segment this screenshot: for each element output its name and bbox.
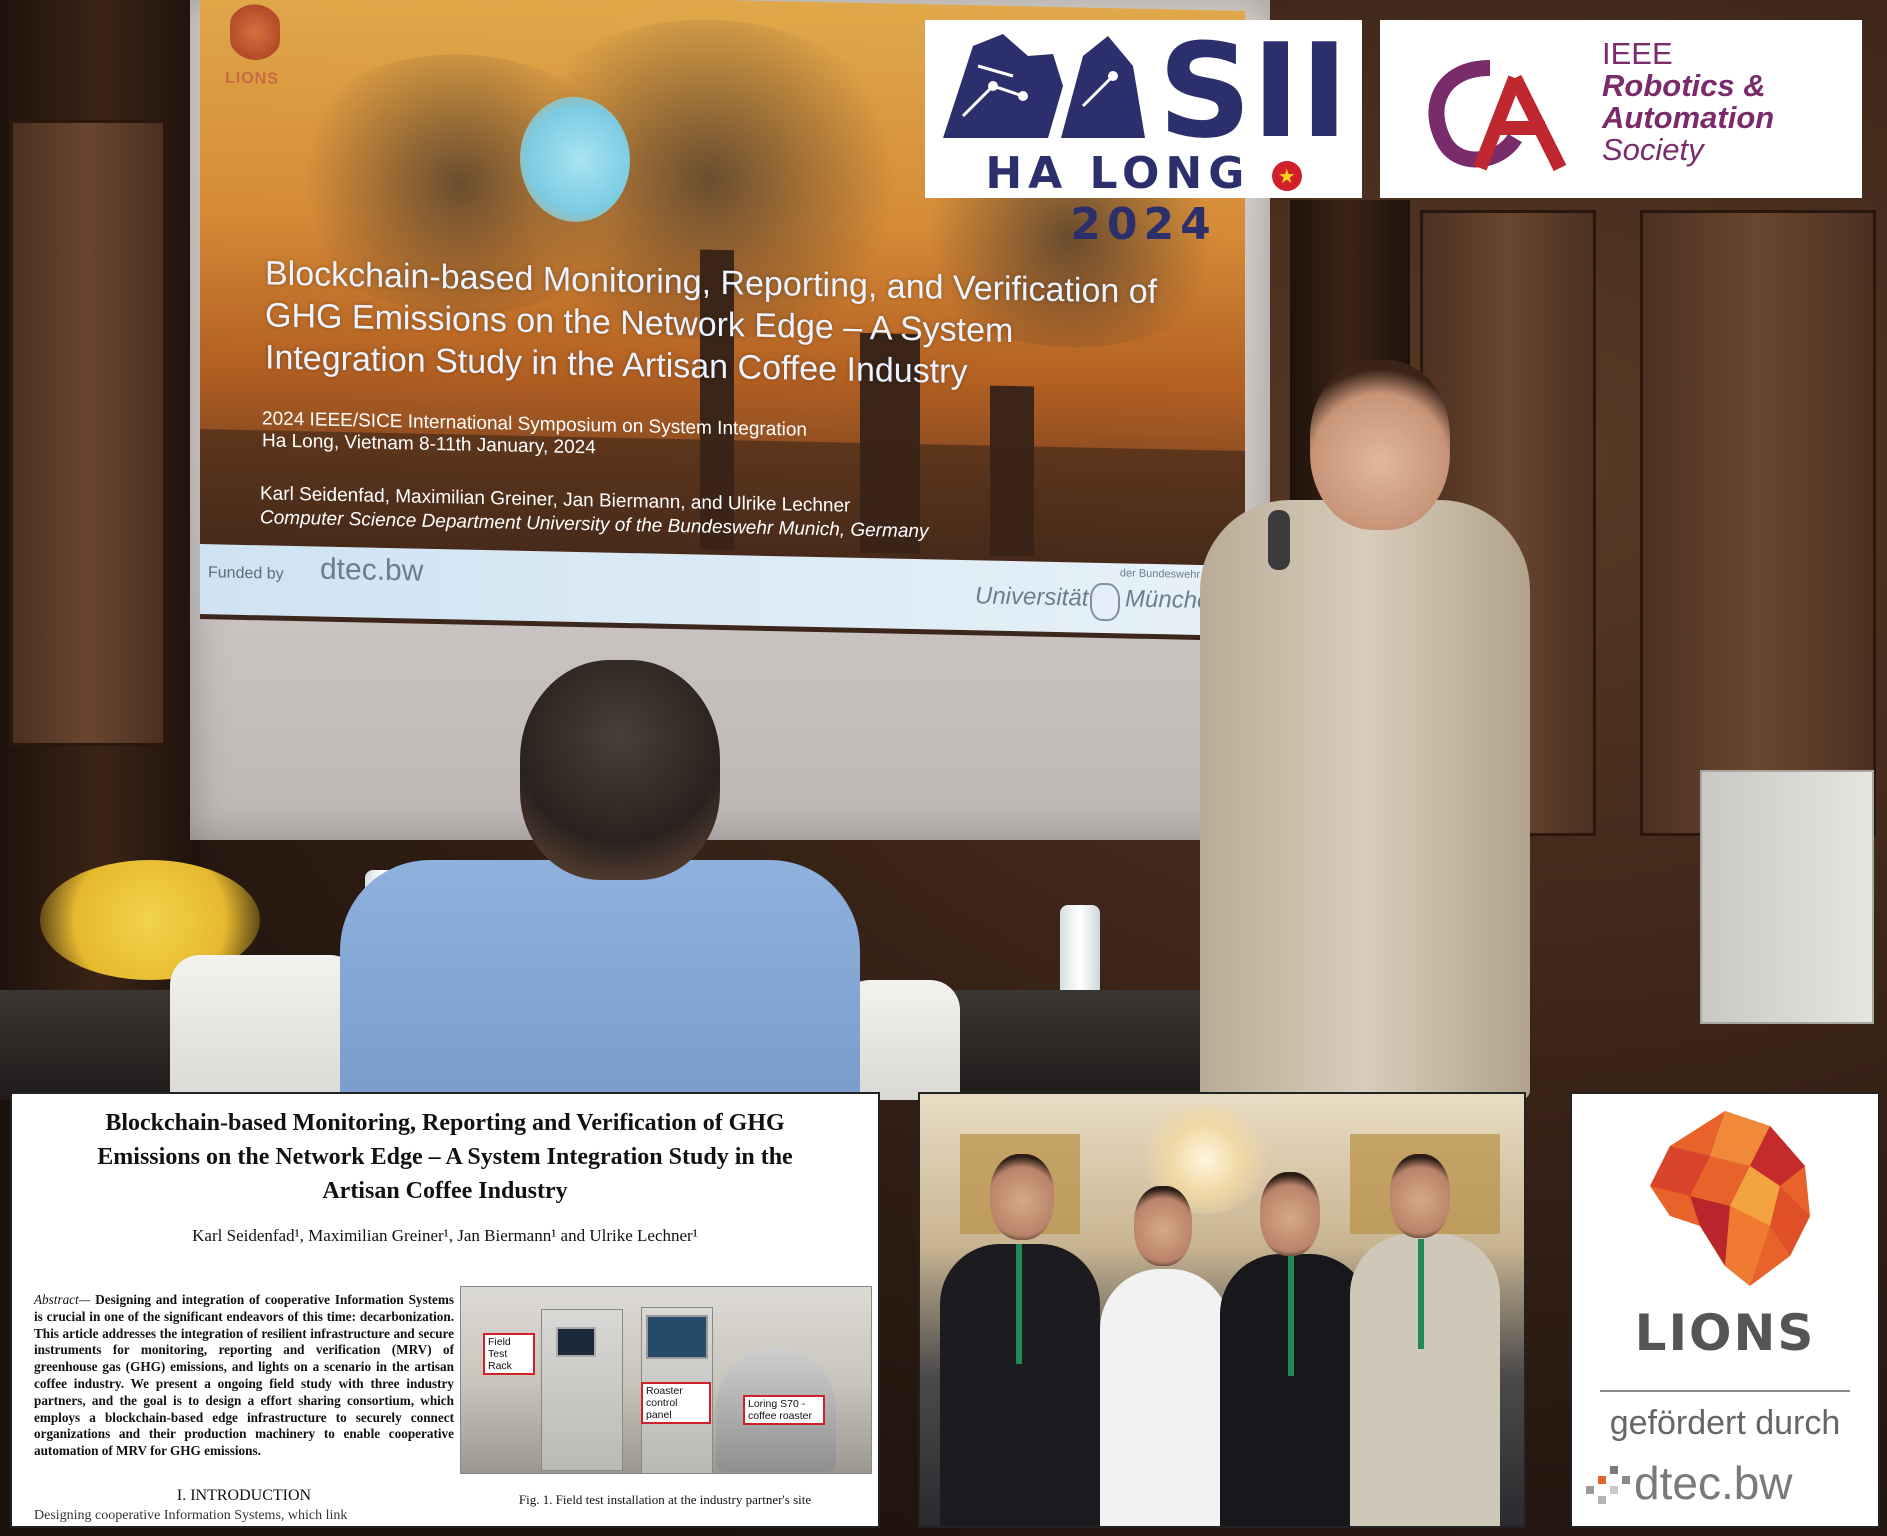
dtec-square-icon xyxy=(1598,1496,1606,1504)
paper-title-line: Artisan Coffee Industry xyxy=(322,1178,568,1204)
person-3 xyxy=(1220,1254,1370,1526)
abstract-label: Abstract— xyxy=(34,1292,91,1307)
person-2-head xyxy=(1134,1186,1192,1266)
moon-sun-disc xyxy=(520,95,630,224)
dtec-square-icon xyxy=(1598,1476,1606,1484)
slide-title: Blockchain-based Monitoring, Reporting, … xyxy=(265,252,1205,398)
dtec-square-icon xyxy=(1610,1466,1618,1474)
person-4 xyxy=(1350,1234,1500,1526)
lanyard xyxy=(1418,1239,1424,1349)
dtec-wordmark: dtec.bw xyxy=(1634,1457,1793,1509)
figure-label: Roaster control panel xyxy=(641,1382,711,1424)
sii-place-year: HA LONG ★ 2024 xyxy=(925,148,1362,250)
ras-mark-icon xyxy=(1428,60,1567,172)
listener-head xyxy=(520,660,720,880)
rack-screen xyxy=(556,1327,596,1357)
right-wall-panel-2 xyxy=(1640,210,1876,836)
sii-place: HA LONG xyxy=(985,148,1251,199)
dtec-logo: dtec.bw xyxy=(1586,1456,1866,1516)
university-crest-icon xyxy=(1090,582,1120,622)
figure-photo: Field Test Rack Roaster control panel Lo… xyxy=(460,1286,872,1474)
lanyard xyxy=(1016,1244,1022,1364)
sii-2024-logo: SII HA LONG ★ 2024 xyxy=(925,20,1362,250)
dtec-square-icon xyxy=(1622,1476,1630,1484)
funded-by-label: Funded by xyxy=(208,564,284,583)
figure-label: Loring S70 - coffee roaster xyxy=(743,1395,825,1425)
paper-trailing-text: Designing cooperative Information System… xyxy=(34,1508,348,1523)
sii-text: SII xyxy=(1158,26,1348,146)
dtec-square-icon xyxy=(1610,1486,1618,1494)
lanyard xyxy=(1288,1256,1294,1376)
ieee-ras-logo: IEEE Robotics & Automation Society xyxy=(1380,20,1862,198)
control-screen xyxy=(646,1315,708,1359)
paper-abstract: Abstract— Designing and integration of c… xyxy=(34,1292,454,1460)
lions-logo-box: LIONS gefördert durch dtec.bw xyxy=(1570,1092,1880,1528)
microphone-icon xyxy=(1268,510,1290,570)
figure-caption: Fig. 1. Field test installation at the i… xyxy=(518,1492,812,1507)
figure-label: Field Test Rack xyxy=(483,1333,535,1375)
funded-by-text: gefördert durch xyxy=(1609,1404,1841,1442)
paper-authors: Karl Seidenfad¹, Maximilian Greiner¹, Ja… xyxy=(192,1226,698,1245)
paper-title: Blockchain-based Monitoring, Reporting a… xyxy=(12,1106,878,1208)
paper-preview: Blockchain-based Monitoring, Reporting a… xyxy=(10,1092,880,1528)
wall-cabinet xyxy=(1700,770,1874,1024)
divider xyxy=(1600,1390,1850,1392)
listener-body xyxy=(340,860,860,1100)
group-photo xyxy=(918,1092,1526,1528)
sii-mark-icon: SII xyxy=(943,26,1348,146)
speaker-head xyxy=(1310,360,1450,530)
paper-title-line: Blockchain-based Monitoring, Reporting a… xyxy=(105,1110,785,1136)
lion-head-icon xyxy=(1650,1111,1810,1286)
star-icon: ★ xyxy=(1271,161,1302,191)
person-2 xyxy=(1100,1269,1230,1526)
ras-line-robotics: Robotics & xyxy=(1602,68,1766,103)
ras-line-society: Society xyxy=(1602,132,1704,167)
chair xyxy=(170,955,360,1105)
person-4-head xyxy=(1390,1154,1450,1238)
ras-text-block: IEEE Robotics & Automation Society xyxy=(1602,38,1852,166)
person-1-head xyxy=(990,1154,1054,1240)
slide-lions-logo: LIONS xyxy=(225,69,279,88)
university-top-label: der Bundeswehr xyxy=(1119,567,1200,582)
ras-line-automation: Automation xyxy=(1602,100,1775,135)
person-3-head xyxy=(1260,1172,1320,1256)
ras-line-ieee: IEEE xyxy=(1602,36,1673,71)
dtec-square-icon xyxy=(1586,1486,1594,1494)
university-left: Universität xyxy=(975,582,1089,612)
paper-title-line: Emissions on the Network Edge – A System… xyxy=(97,1144,793,1170)
abstract-text: Designing and integration of cooperative… xyxy=(34,1292,454,1459)
slide-dtec-logo: dtec.bw xyxy=(320,552,424,588)
lions-wordmark: LIONS xyxy=(1634,1304,1816,1362)
slide-lion-icon xyxy=(230,1,280,63)
sii-year: 2024 xyxy=(1070,199,1217,250)
section-heading: I. INTRODUCTION xyxy=(176,1487,312,1504)
speaker-body xyxy=(1200,500,1530,1100)
left-wall-panel xyxy=(10,120,166,746)
